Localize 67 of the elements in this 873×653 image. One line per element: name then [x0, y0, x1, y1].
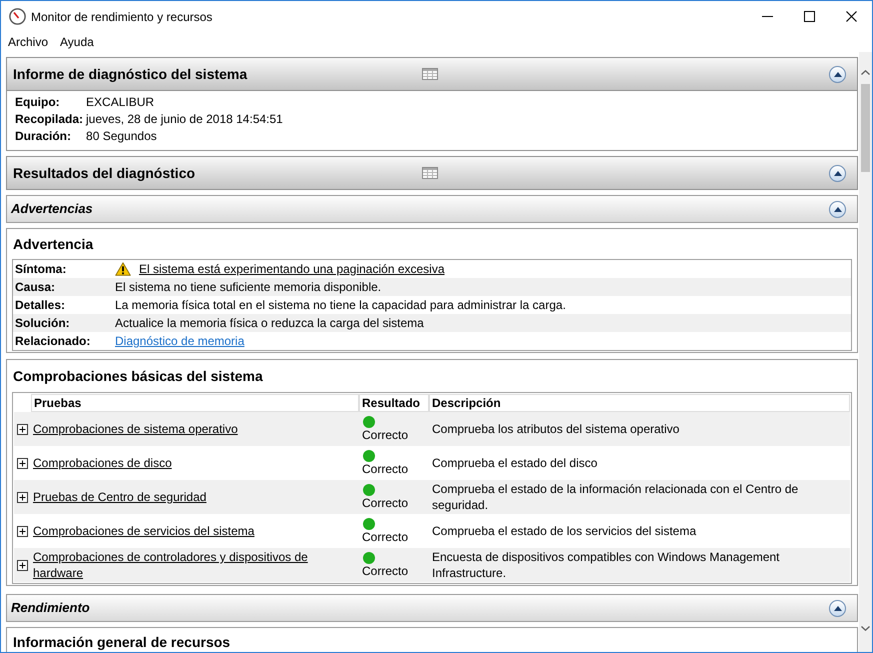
plus-icon[interactable]: [17, 424, 28, 434]
test-link[interactable]: Comprobaciones de sistema operativo: [33, 421, 238, 437]
test-link[interactable]: Pruebas de Centro de seguridad: [33, 489, 206, 505]
caret-up-icon: [834, 170, 842, 176]
field-label: Síntoma:: [14, 261, 68, 278]
caret-up-icon: [834, 606, 842, 610]
field-label: Recopilada:: [15, 111, 84, 128]
panel-title: Comprobaciones básicas del sistema: [12, 368, 264, 385]
section-title: Rendimiento: [11, 599, 91, 618]
chevron-down-icon: [861, 626, 870, 630]
grid-icon[interactable]: [422, 167, 438, 179]
window-title: Monitor de rendimiento y recursos: [31, 8, 212, 26]
result-text: Correcto: [362, 564, 408, 578]
panel-title: Advertencia: [12, 236, 94, 253]
field-value: jueves, 28 de junio de 2018 14:54:51: [86, 111, 283, 128]
field-label: Equipo:: [15, 94, 61, 111]
maximize-icon: [804, 11, 814, 22]
chevron-up-icon: [861, 70, 870, 74]
result-text: Correcto: [362, 428, 408, 442]
test-link[interactable]: Comprobaciones de disco: [33, 455, 172, 471]
gauge-icon: [9, 8, 26, 25]
close-icon: [846, 11, 856, 22]
collapse-button[interactable]: [829, 164, 846, 182]
field-value: 80 Segundos: [86, 128, 157, 145]
warning-icon: [115, 262, 131, 276]
description-text: Comprueba los atributos del sistema operativo: [432, 421, 680, 437]
result-text: Correcto: [362, 462, 408, 476]
minimize-icon: [762, 16, 772, 17]
plus-icon[interactable]: [17, 560, 28, 570]
description-text: Comprueba el estado del disco: [432, 455, 598, 471]
menu-item[interactable]: Ayuda: [54, 32, 100, 52]
collapse-button[interactable]: [829, 200, 846, 218]
column-header: Descripción: [429, 394, 850, 412]
caret-up-icon: [834, 206, 842, 212]
panel-title: Información general de recursos: [13, 634, 232, 651]
field-value: El sistema no tiene suficiente memoria disponible.: [115, 279, 382, 296]
field-value: EXCALIBUR: [86, 94, 154, 111]
section-title: Resultados del diagnóstico: [13, 164, 196, 183]
description-text: Comprueba el estado de los servicios del sistema: [432, 523, 696, 539]
section-title: Informe de diagnóstico del sistema: [13, 64, 248, 84]
description-text: Encuesta de dispositivos compatibles con Windows Management Infrastructure.: [432, 549, 781, 581]
test-link[interactable]: Comprobaciones de servicios del sistema: [33, 523, 254, 539]
collapse-button[interactable]: [829, 600, 846, 616]
plus-icon[interactable]: [17, 492, 28, 502]
field-label: Detalles:: [14, 297, 66, 314]
field-label: Duración:: [15, 128, 72, 145]
collapse-button[interactable]: [829, 66, 846, 82]
plus-icon[interactable]: [17, 458, 28, 468]
field-value: Actualice la memoria física o reduzca la carga del sistema: [115, 315, 424, 332]
result-text: Correcto: [362, 496, 408, 510]
scrollbar-thumb[interactable]: [861, 84, 870, 172]
column-header: Resultado: [359, 394, 429, 412]
symptom-link[interactable]: El sistema está experimentando una paginación excesiva: [139, 260, 445, 278]
plus-icon[interactable]: [17, 526, 28, 536]
column-header: Pruebas: [31, 394, 359, 412]
field-label: Causa:: [14, 279, 56, 296]
menu-item[interactable]: Archivo: [2, 32, 54, 52]
grid-icon[interactable]: [422, 68, 438, 80]
related-link[interactable]: Diagnóstico de memoria: [115, 332, 244, 350]
description-text: Comprueba el estado de la información relacionada con el Centro de seguridad.: [432, 481, 800, 513]
test-link[interactable]: Comprobaciones de controladores y dispositivos de hardware: [33, 549, 355, 581]
caret-up-icon: [834, 72, 842, 76]
result-text: Correcto: [362, 530, 408, 544]
field-label: Relacionado:: [14, 333, 92, 350]
section-title: Advertencias: [11, 200, 94, 218]
field-value: La memoria física total en el sistema no tiene la capacidad para administrar la carga.: [115, 297, 566, 314]
field-label: Solución:: [14, 315, 71, 332]
